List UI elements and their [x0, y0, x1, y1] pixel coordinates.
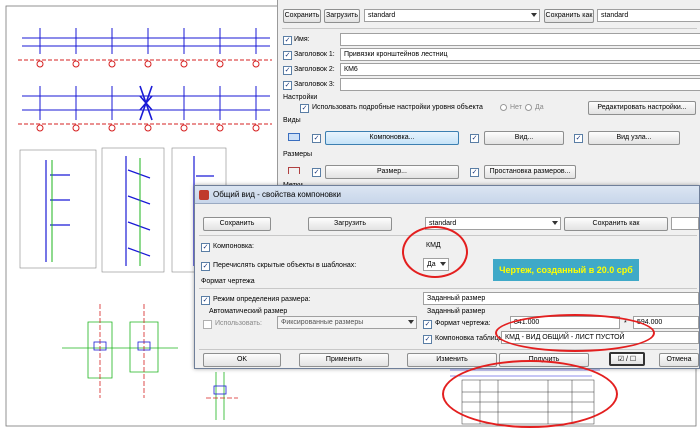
view-icon: [288, 133, 300, 141]
layout-label: Компоновка:: [213, 243, 254, 250]
layout-checkbox[interactable]: ✓: [312, 134, 321, 143]
view-checkbox[interactable]: ✓: [470, 134, 479, 143]
title2-label: Заголовок 2:: [294, 66, 335, 73]
dimensions-header: Размеры: [283, 151, 313, 158]
detail-stairs: [45, 156, 214, 266]
load-button[interactable]: Загрузить: [308, 217, 392, 231]
annotation-circle-table-layout: [495, 314, 655, 352]
radio-yes[interactable]: [525, 104, 532, 111]
save-button[interactable]: Сохранить: [203, 217, 271, 231]
radio-yes-label: Да: [535, 104, 544, 111]
annotation-circle-title-block: [442, 360, 618, 428]
dim-placement-button[interactable]: Простановка размеров...: [484, 165, 576, 179]
name-label: Имя:: [294, 36, 310, 43]
title2-checkbox[interactable]: ✓: [283, 66, 292, 75]
app-icon: [199, 190, 209, 200]
name-checkbox[interactable]: ✓: [283, 36, 292, 45]
title1-checkbox[interactable]: ✓: [283, 51, 292, 60]
auto-size-header: Автоматический размер: [209, 308, 288, 315]
given-size-header: Заданный размер: [427, 308, 486, 315]
title3-checkbox[interactable]: ✓: [283, 81, 292, 90]
divider: [199, 349, 697, 350]
views-header: Виды: [283, 117, 301, 124]
annotation-note: Чертеж, созданный в 20.0 срб: [493, 259, 639, 281]
dimension-icon: [288, 167, 300, 174]
radio-no[interactable]: [500, 104, 507, 111]
drawing-format-checkbox[interactable]: ✓: [423, 320, 432, 329]
size-checkbox[interactable]: ✓: [312, 168, 321, 177]
layout-button[interactable]: Компоновка...: [325, 131, 459, 145]
settings-header: Настройки: [283, 94, 318, 101]
axis-markers-middle: [18, 123, 272, 132]
use-checkbox[interactable]: [203, 320, 212, 329]
drawing-properties-dialog: Сохранить Загрузить standard Сохранить к…: [277, 0, 700, 190]
node-view-checkbox[interactable]: ✓: [574, 134, 583, 143]
title1-label: Заголовок 1:: [294, 51, 335, 58]
save-as-input[interactable]: standard: [597, 9, 700, 22]
axis-markers-top: [18, 59, 272, 68]
save-button[interactable]: Сохранить: [283, 9, 321, 23]
title3-input[interactable]: [340, 78, 700, 91]
format-header: Формат чертежа: [201, 278, 255, 285]
title2-input[interactable]: КМ6: [340, 63, 700, 76]
size-button[interactable]: Размер...: [325, 165, 459, 179]
save-as-input[interactable]: [671, 217, 699, 230]
divider: [282, 28, 697, 29]
dialog-title-bar[interactable]: Общий вид - свойства компоновки: [195, 186, 699, 204]
toggle-all-button[interactable]: ☑ / ☐: [609, 352, 645, 366]
dim-placement-checkbox[interactable]: ✓: [470, 168, 479, 177]
dialog-title: Общий вид - свойства компоновки: [213, 190, 342, 199]
list-hidden-checkbox[interactable]: ✓: [201, 262, 210, 271]
cancel-button[interactable]: Отмена: [659, 353, 699, 367]
chevron-down-icon: [552, 221, 558, 225]
load-button[interactable]: Загрузить: [324, 9, 360, 23]
ok-button[interactable]: OK: [203, 353, 281, 367]
detailed-settings-checkbox[interactable]: ✓: [300, 104, 309, 113]
annotation-circle-layout: [402, 226, 468, 278]
use-select[interactable]: Фиксированные размеры: [277, 316, 417, 329]
title1-input[interactable]: Привязки кронштейнов лестниц: [340, 48, 700, 61]
load-settings-value: standard: [368, 12, 396, 19]
save-as-button[interactable]: Сохранить как: [564, 217, 668, 231]
layout-checkbox[interactable]: ✓: [201, 243, 210, 252]
name-input[interactable]: [340, 33, 700, 46]
edit-settings-button[interactable]: Редактировать настройки...: [588, 101, 696, 115]
detailed-settings-label: Использовать подробные настройки уровня …: [312, 104, 483, 111]
table-layout-checkbox[interactable]: ✓: [423, 335, 432, 344]
use-label: Использовать:: [215, 320, 262, 327]
list-hidden-label: Перечислять скрытые объекты в шаблонах:: [213, 262, 357, 269]
view-button[interactable]: Вид...: [484, 131, 564, 145]
size-mode-select[interactable]: Заданный размер: [423, 292, 699, 305]
plan-elevation-middle: [22, 85, 270, 121]
save-as-button[interactable]: Сохранить как: [544, 9, 594, 23]
chevron-down-icon: [408, 320, 414, 324]
chevron-down-icon: [531, 13, 537, 17]
drawing-format-label: Формат чертежа:: [435, 320, 491, 327]
divider: [199, 288, 697, 289]
plan-elevation-top: [22, 28, 270, 54]
load-settings-select[interactable]: standard: [364, 9, 540, 22]
size-mode-label: Режим определения размера:: [213, 296, 311, 303]
radio-no-label: Нет: [510, 104, 522, 111]
title3-label: Заголовок 3:: [294, 81, 335, 88]
apply-button[interactable]: Применить: [299, 353, 389, 367]
size-mode-value: Заданный размер: [427, 295, 486, 302]
node-view-button[interactable]: Вид узла...: [588, 131, 680, 145]
size-mode-checkbox[interactable]: ✓: [201, 296, 210, 305]
use-value: Фиксированные размеры: [281, 319, 364, 326]
